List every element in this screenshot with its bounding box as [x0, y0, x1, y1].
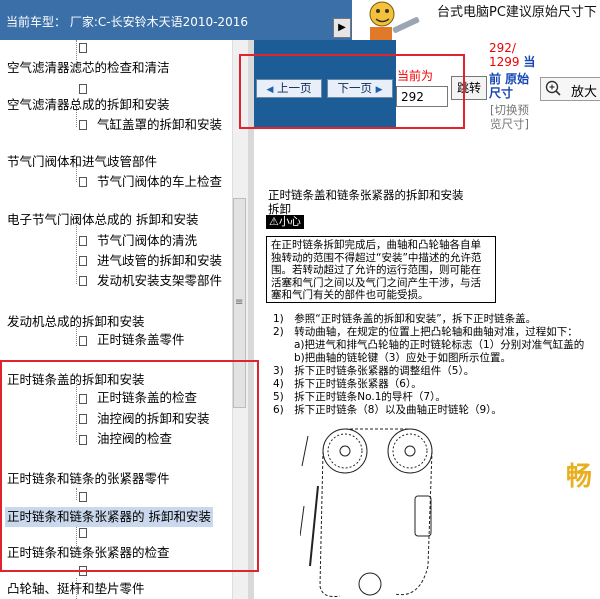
tree-item[interactable]: 节气门阀体的清洗 — [97, 231, 197, 251]
tree-item[interactable]: 正时链条盖零件 — [97, 330, 185, 350]
tree-connector — [76, 40, 77, 60]
document-icon — [79, 120, 87, 130]
collapse-panel-button[interactable]: ▶ — [333, 18, 351, 38]
toggle-preview-size-link[interactable]: [切换预览尺寸] — [490, 103, 538, 131]
document-icon — [79, 177, 87, 187]
caution-label: ⚠小心 — [266, 215, 304, 229]
warning-box: 在正时链条拆卸完成后，曲轴和凸轮轴各自单独转动的范围不得超过“安装”中描述的允许… — [266, 236, 496, 303]
highlight-box-pager — [239, 54, 465, 129]
tree-item[interactable]: 节气门阀体的车上检查 — [97, 172, 222, 192]
document-icon — [79, 236, 87, 246]
tree-item[interactable]: 气缸盖罩的拆卸和安装 — [97, 115, 222, 135]
document-icon — [79, 256, 87, 266]
tree-item[interactable]: 空气滤清器滤芯的检查和清洁 — [7, 58, 170, 78]
mascot-icon — [360, 0, 426, 40]
document-icon — [79, 336, 87, 346]
tree-item[interactable]: 进气歧管的拆卸和安装 — [97, 251, 222, 271]
document-icon — [79, 276, 87, 286]
page-count: 292/ 1299 当 — [489, 41, 535, 69]
watermark-text: 畅 — [566, 462, 593, 492]
timing-chain-diagram — [300, 428, 433, 597]
tree-item[interactable]: 电子节气门阀体总成的 拆卸和安装 — [7, 210, 198, 230]
ad-text: 台式电脑PC建议原始尺寸下 — [437, 5, 597, 20]
car-model-label: 当前车型： 厂家:C-长安铃木天语2010-2016 — [6, 15, 248, 29]
tree-item[interactable]: 空气滤清器总成的拆卸和安装 — [7, 95, 170, 115]
document-icon — [79, 84, 87, 94]
document-title: 正时链条盖和链条张紧器的拆卸和安装 — [268, 188, 464, 202]
tree-item[interactable]: 发动机总成的拆卸和安装 — [7, 312, 145, 332]
highlight-box-tree — [0, 360, 259, 572]
original-size-link[interactable]: 前 原始尺寸 — [489, 72, 539, 100]
zoom-in-icon — [545, 80, 561, 96]
page-count-value: 292/ 1299 — [489, 41, 520, 69]
grip-icon: ≡ — [235, 297, 244, 308]
zoom-label: 放大 — [571, 85, 598, 100]
tree-item[interactable]: 发动机安装支架零部件 — [97, 271, 222, 291]
tree-item[interactable]: 凸轮轴、挺杆和垫片零件 — [7, 579, 145, 599]
step-item: 6) 拆下正时链条（8）以及曲轴正时链轮（9）。 — [273, 404, 502, 416]
document-icon — [79, 43, 87, 53]
page-count-suffix: 当 — [523, 55, 536, 69]
tree-item[interactable]: 节气门阀体和进气歧管部件 — [7, 152, 157, 172]
